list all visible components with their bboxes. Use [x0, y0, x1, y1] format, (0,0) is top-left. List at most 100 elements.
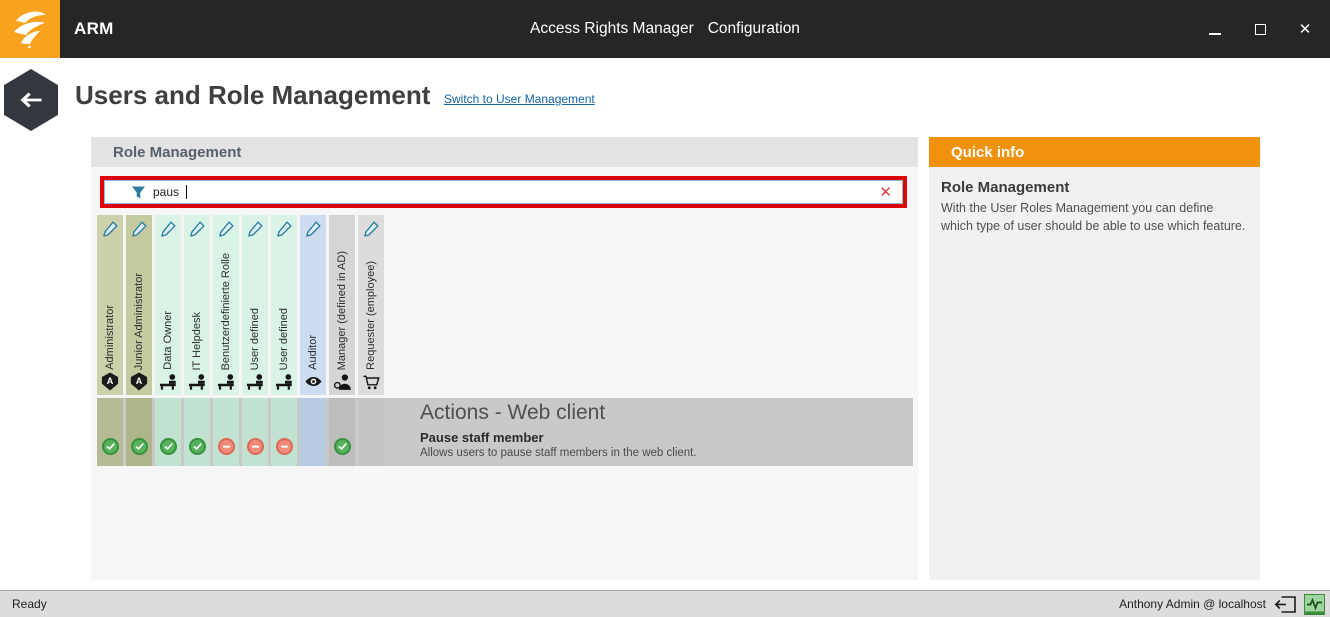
- permission-denied-icon[interactable]: [276, 438, 293, 455]
- role-column-label: Auditor: [307, 239, 319, 371]
- role-column: User defined: [271, 215, 297, 395]
- permission-cell[interactable]: [300, 398, 326, 466]
- switch-to-user-management-link[interactable]: Switch to User Management: [444, 92, 595, 106]
- role-column-label: User defined: [278, 239, 290, 371]
- permission-cell[interactable]: [184, 398, 210, 466]
- svg-text:A: A: [136, 376, 143, 386]
- close-button[interactable]: ✕: [1296, 20, 1314, 38]
- role-column: Benutzerdefinierte Rolle: [213, 215, 239, 395]
- content-area: Users and Role Management Switch to User…: [0, 58, 1330, 590]
- edit-pencil-icon[interactable]: [363, 215, 380, 239]
- role-column: IT Helpdesk: [184, 215, 210, 395]
- action-group-title: Actions - Web client: [420, 401, 697, 425]
- minimize-button[interactable]: [1206, 20, 1224, 38]
- filter-value: paus: [153, 185, 179, 199]
- desk-role-icon: [188, 371, 207, 395]
- role-column-label: Administrator: [104, 239, 116, 371]
- role-column: Data Owner: [155, 215, 181, 395]
- back-button[interactable]: [4, 69, 58, 131]
- logged-in-user: Anthony Admin @ localhost: [1119, 597, 1266, 611]
- close-icon: ✕: [1299, 22, 1312, 37]
- edit-pencil-icon[interactable]: [189, 215, 206, 239]
- manager-icon: [333, 371, 352, 395]
- permission-cell[interactable]: [126, 398, 152, 466]
- filter-input[interactable]: paus ✕: [104, 180, 903, 204]
- permission-allowed-icon[interactable]: [131, 438, 148, 455]
- action-description: Allows users to pause staff members in t…: [420, 447, 697, 459]
- permission-allowed-icon[interactable]: [334, 438, 351, 455]
- svg-text:A: A: [107, 376, 114, 386]
- role-column-label: Benutzerdefinierte Rolle: [220, 239, 232, 371]
- permission-allowed-icon[interactable]: [189, 438, 206, 455]
- edit-pencil-icon[interactable]: [276, 215, 293, 239]
- permission-denied-icon[interactable]: [247, 438, 264, 455]
- desk-role-icon: [159, 371, 178, 395]
- permission-cell[interactable]: [213, 398, 239, 466]
- role-column-label: Requester (employee): [365, 239, 377, 371]
- statusbar-right: Anthony Admin @ localhost: [1119, 594, 1325, 615]
- role-management-panel: Role Management paus ✕ Administrator A Jun…: [91, 137, 918, 580]
- permission-cell[interactable]: [271, 398, 297, 466]
- role-column: Manager (defined in AD): [329, 215, 355, 395]
- edit-pencil-icon[interactable]: [305, 215, 322, 239]
- edit-pencil-icon[interactable]: [102, 215, 119, 239]
- minimize-icon: [1209, 33, 1221, 35]
- maximize-button[interactable]: [1251, 20, 1269, 38]
- permission-cell[interactable]: [242, 398, 268, 466]
- permission-cell[interactable]: [155, 398, 181, 466]
- desk-role-icon: [275, 371, 294, 395]
- role-panel-header: Role Management: [91, 137, 918, 167]
- edit-pencil-icon[interactable]: [247, 215, 264, 239]
- role-column-label: Junior Administrator: [133, 239, 145, 371]
- solarwinds-swirl-icon: [9, 8, 51, 50]
- admin-role-icon: A: [130, 371, 148, 395]
- quick-info-heading: Role Management: [941, 179, 1248, 196]
- action-group-text: Actions - Web client Pause staff member …: [420, 398, 697, 466]
- filter-funnel-icon: [131, 185, 146, 200]
- permission-cell[interactable]: [329, 398, 355, 466]
- desk-role-icon: [217, 371, 236, 395]
- edit-pencil-icon[interactable]: [131, 215, 148, 239]
- desk-role-icon: [246, 371, 265, 395]
- quick-info-header: Quick info: [929, 137, 1260, 167]
- admin-role-icon: A: [101, 371, 119, 395]
- status-text: Ready: [12, 597, 47, 611]
- statusbar: Ready Anthony Admin @ localhost: [0, 590, 1330, 617]
- maximize-icon: [1255, 24, 1266, 35]
- action-group-band: Actions - Web client Pause staff member …: [97, 398, 913, 466]
- band-cells: [97, 398, 384, 466]
- text-caret: [186, 185, 187, 199]
- permission-cell[interactable]: [97, 398, 123, 466]
- permission-denied-icon[interactable]: [218, 438, 235, 455]
- permission-cell[interactable]: [358, 398, 384, 466]
- role-column-label: Manager (defined in AD): [336, 239, 348, 371]
- cart-icon: [362, 371, 381, 395]
- health-pulse-icon[interactable]: [1304, 594, 1325, 615]
- role-column-label: User defined: [249, 239, 261, 371]
- quick-info-panel: Quick info Role Management With the User…: [929, 137, 1260, 580]
- app-name: ARM: [74, 19, 114, 39]
- permission-allowed-icon[interactable]: [160, 438, 177, 455]
- role-column: Auditor: [300, 215, 326, 395]
- titlebar: ARM Access Rights Manager Configuration …: [0, 0, 1330, 58]
- quick-info-text: With the User Roles Management you can d…: [941, 199, 1248, 235]
- titlebar-nav: Access Rights Manager Configuration: [0, 20, 1330, 38]
- nav-access-rights-manager: Access Rights Manager: [530, 20, 694, 38]
- edit-pencil-icon[interactable]: [160, 215, 177, 239]
- role-column: User defined: [242, 215, 268, 395]
- eye-icon: [304, 371, 323, 395]
- role-column: Requester (employee): [358, 215, 384, 395]
- back-arrow-icon: [20, 92, 42, 108]
- solarwinds-logo: [0, 0, 60, 58]
- quick-info-body: Role Management With the User Roles Mana…: [929, 167, 1260, 247]
- clear-filter-button[interactable]: ✕: [879, 185, 892, 200]
- logout-icon[interactable]: [1274, 596, 1296, 613]
- edit-pencil-icon[interactable]: [218, 215, 235, 239]
- permission-allowed-icon[interactable]: [102, 438, 119, 455]
- role-column-label: Data Owner: [162, 239, 174, 371]
- window-controls: ✕: [1206, 20, 1330, 38]
- filter-highlight-annotation: paus ✕: [100, 176, 907, 208]
- action-name: Pause staff member: [420, 430, 697, 445]
- page-title: Users and Role Management: [75, 80, 430, 111]
- role-column: Administrator A: [97, 215, 123, 395]
